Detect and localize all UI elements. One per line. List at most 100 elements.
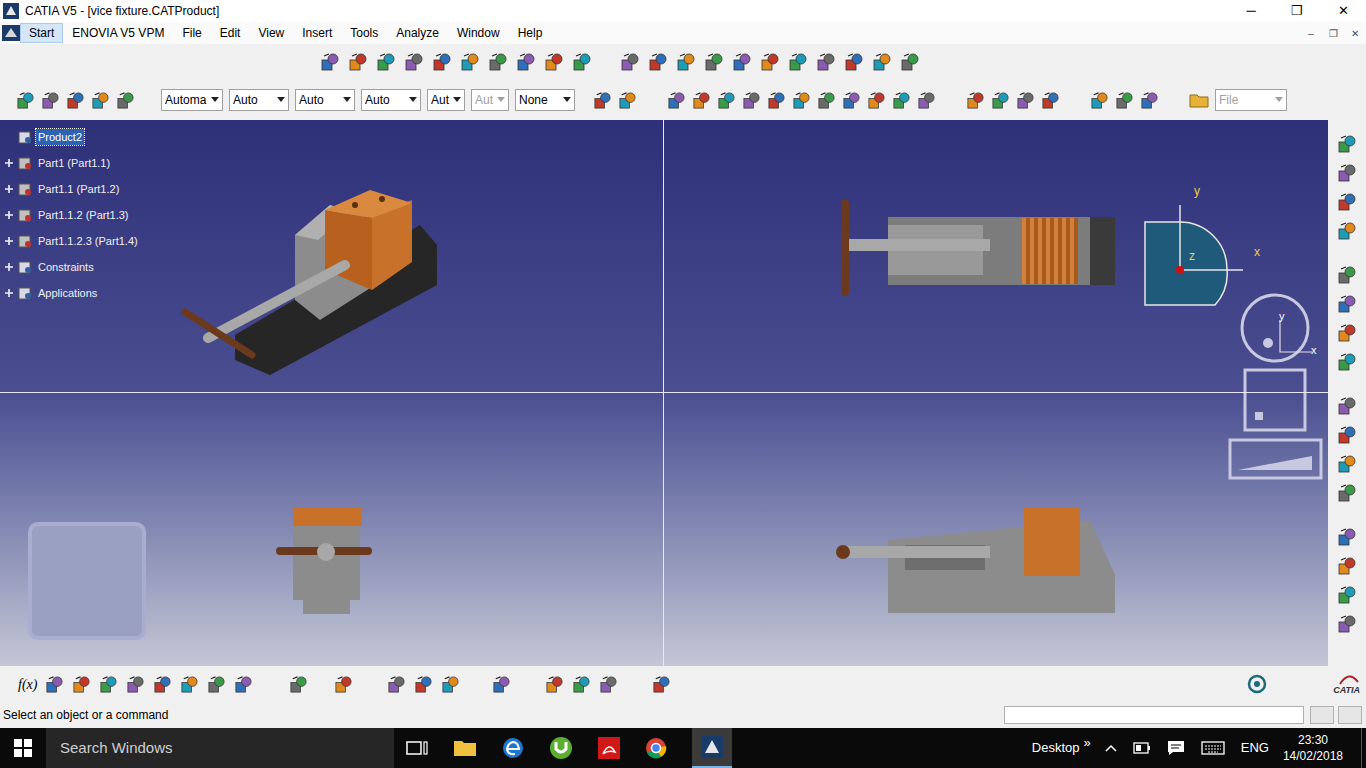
toolbar-tool-icon[interactable]: [717, 91, 736, 110]
assembly-tool-icon[interactable]: [1337, 163, 1357, 183]
toolbar-tool-icon[interactable]: [867, 91, 886, 110]
menu-item[interactable]: Edit: [211, 23, 250, 43]
tree-label[interactable]: Product2: [38, 131, 82, 143]
file-explorer-icon[interactable]: [453, 738, 477, 758]
toolbar-tool-icon[interactable]: [692, 91, 711, 110]
window-control[interactable]: ✕: [1320, 0, 1366, 22]
assembly-tool-icon[interactable]: [1337, 352, 1357, 372]
bottom-tool-icon[interactable]: [387, 675, 406, 694]
toolbar-tool-icon[interactable]: [788, 52, 808, 72]
assembly-tool-icon[interactable]: [1337, 221, 1357, 241]
bottom-tool-icon[interactable]: [180, 675, 199, 694]
bottom-tool-icon[interactable]: [441, 675, 460, 694]
toolbar-tool-icon[interactable]: [1090, 91, 1109, 110]
plus-icon[interactable]: [4, 184, 14, 194]
bottom-tool-icon[interactable]: [126, 675, 145, 694]
tree-node[interactable]: Applications: [4, 280, 140, 306]
window-control[interactable]: ❐: [1274, 0, 1320, 22]
bottom-tool-icon[interactable]: [652, 675, 671, 694]
tree-label[interactable]: Part1.1 (Part1.2): [38, 183, 119, 195]
plus-icon[interactable]: [4, 158, 14, 168]
language-indicator[interactable]: ENG: [1241, 738, 1269, 758]
graphic-property-dropdown[interactable]: Auto: [295, 89, 355, 111]
tree-node[interactable]: Constraints: [4, 254, 140, 280]
bottom-tool-icon[interactable]: [207, 675, 226, 694]
window-control[interactable]: ─: [1228, 0, 1274, 22]
toolbar-tool-icon[interactable]: [792, 91, 811, 110]
assembly-tool-icon[interactable]: [1337, 527, 1357, 547]
tree-node[interactable]: Part1.1.2.3 (Part1.4): [4, 228, 140, 254]
toolbar-overflow[interactable]: »: [1084, 733, 1091, 753]
toolbar-tool-icon[interactable]: [767, 91, 786, 110]
tree-label[interactable]: Part1.1.2 (Part1.3): [38, 209, 129, 221]
document-control[interactable]: –: [1300, 26, 1322, 41]
assembly-tool-icon[interactable]: [1337, 265, 1357, 285]
tree-node[interactable]: Product2: [4, 124, 140, 150]
menu-item[interactable]: ENOVIA V5 VPM: [63, 23, 173, 43]
toolbar-tool-icon[interactable]: [376, 52, 396, 72]
catia-taskbar-button[interactable]: [692, 728, 732, 768]
menu-item[interactable]: View: [249, 23, 293, 43]
menu-item[interactable]: Window: [448, 23, 509, 43]
toolbar-tool-icon[interactable]: [1115, 91, 1134, 110]
toolbar-tool-icon[interactable]: [516, 52, 536, 72]
toolbar-tool-icon[interactable]: [844, 52, 864, 72]
plus-icon[interactable]: [4, 236, 14, 246]
toolbar-tool-icon[interactable]: [620, 52, 640, 72]
toolbar-tool-icon[interactable]: [732, 52, 752, 72]
toolbar-tool-icon[interactable]: [432, 52, 452, 72]
expand-icon[interactable]: [4, 236, 14, 246]
bottom-tool-icon[interactable]: [492, 675, 511, 694]
pdf-reader-icon[interactable]: [598, 737, 620, 759]
graphic-property-dropdown[interactable]: Aut: [427, 89, 465, 111]
tree-node[interactable]: Part1 (Part1.1): [4, 150, 140, 176]
toolbar-tool-icon[interactable]: [742, 91, 761, 110]
bottom-tool-icon[interactable]: [572, 675, 591, 694]
assembly-tool-icon[interactable]: [1337, 192, 1357, 212]
assembly-tool-icon[interactable]: [1337, 323, 1357, 343]
power-input-icon[interactable]: [1247, 674, 1267, 694]
plus-icon[interactable]: [4, 210, 14, 220]
desktop-toolbar[interactable]: Desktop: [1032, 738, 1080, 758]
toolbar-tool-icon[interactable]: [593, 91, 612, 110]
toolbar-tool-icon[interactable]: [116, 91, 135, 110]
show-desktop-button[interactable]: [1361, 728, 1366, 768]
tree-node[interactable]: Part1.1.2 (Part1.3): [4, 202, 140, 228]
menu-item[interactable]: Help: [509, 23, 552, 43]
catia-taskbar-icon[interactable]: [701, 736, 723, 758]
plus-icon[interactable]: [4, 262, 14, 272]
clock[interactable]: 23:3014/02/2018: [1283, 732, 1343, 764]
toolbar-tool-icon[interactable]: [488, 52, 508, 72]
tree-node[interactable]: Part1.1 (Part1.2): [4, 176, 140, 202]
toolbar-tool-icon[interactable]: [348, 52, 368, 72]
menu-item[interactable]: Insert: [293, 23, 341, 43]
toolbar-tool-icon[interactable]: [817, 91, 836, 110]
utorrent-icon[interactable]: [549, 736, 573, 760]
bottom-tool-icon[interactable]: [545, 675, 564, 694]
battery-icon[interactable]: [1133, 742, 1151, 754]
toolbar-tool-icon[interactable]: [91, 91, 110, 110]
toolbar-tool-icon[interactable]: [1140, 91, 1159, 110]
action-center-icon[interactable]: [1167, 740, 1185, 756]
expand-icon[interactable]: [4, 262, 14, 272]
toolbar-tool-icon[interactable]: [544, 52, 564, 72]
toolbar-tool-icon[interactable]: [404, 52, 424, 72]
assembly-tool-icon[interactable]: [1337, 614, 1357, 634]
graphic-property-dropdown[interactable]: Aut: [471, 89, 509, 111]
bottom-tool-icon[interactable]: [334, 675, 353, 694]
bottom-tool-icon[interactable]: [72, 675, 91, 694]
assembly-tool-icon[interactable]: [1337, 425, 1357, 445]
top-view[interactable]: [664, 120, 1328, 393]
document-control[interactable]: ✕: [1344, 26, 1366, 41]
mini-viewer[interactable]: [28, 522, 146, 640]
tree-label[interactable]: Applications: [38, 287, 97, 299]
side-view[interactable]: [664, 393, 1328, 666]
graphic-property-dropdown[interactable]: None: [515, 89, 575, 111]
toolbar-tool-icon[interactable]: [1016, 91, 1035, 110]
assembly-tool-icon[interactable]: [1337, 134, 1357, 154]
formula-button[interactable]: f(x): [18, 674, 37, 695]
search-box[interactable]: Search Windows: [46, 728, 394, 768]
toolbar-tool-icon[interactable]: [1041, 91, 1060, 110]
assembly-tool-icon[interactable]: [1337, 294, 1357, 314]
windows-logo-icon[interactable]: [14, 739, 32, 757]
